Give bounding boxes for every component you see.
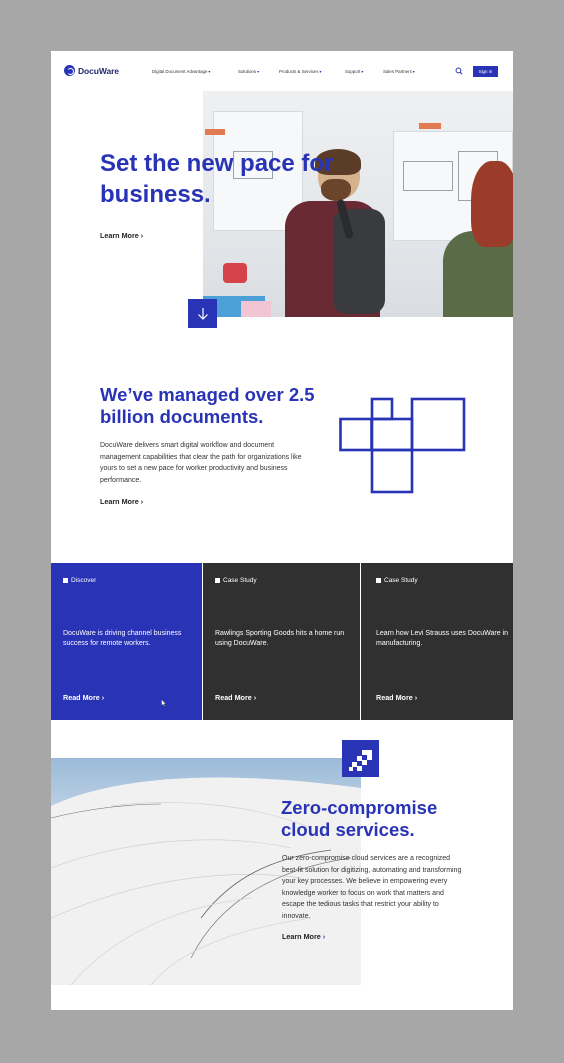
square-icon xyxy=(376,578,381,583)
backpack xyxy=(333,209,385,314)
cloud-body: Our zero-compromise cloud services are a… xyxy=(282,855,462,920)
red-toy xyxy=(223,263,247,283)
managed-body: DocuWare delivers smart digital workflow… xyxy=(100,442,302,484)
nav-label: Digital Document Advantage xyxy=(152,69,208,74)
link-label: Read More xyxy=(215,693,252,702)
chevron-down-icon: ▾ xyxy=(319,69,322,74)
nav-item-digital-document-advantage[interactable]: Digital Document Advantage ▾ xyxy=(152,69,210,74)
card-case-study-levi[interactable]: Case Study Learn how Levi Strauss uses D… xyxy=(361,563,513,720)
nav-label: Sales Partners xyxy=(383,69,412,74)
card-read-more-link[interactable]: Read More › xyxy=(63,693,104,702)
site-header: DocuWare Digital Document Advantage ▾ Sol… xyxy=(51,51,513,91)
chevron-down-icon: ▾ xyxy=(208,69,211,74)
sticky-note xyxy=(419,123,441,129)
sign-in-button[interactable]: Sign In xyxy=(473,66,498,77)
card-read-more-link[interactable]: Read More › xyxy=(215,693,256,702)
square-icon xyxy=(215,578,220,583)
link-label: Learn More xyxy=(100,497,139,506)
chevron-right-icon: › xyxy=(253,693,257,702)
chevron-down-icon: ▾ xyxy=(412,69,415,74)
nav-label: Products & Services xyxy=(279,69,319,74)
squares-graphic-icon xyxy=(339,397,466,494)
card-text: DocuWare is driving channel business suc… xyxy=(63,630,182,647)
nav-label: Support xyxy=(345,69,361,74)
card-tag-label: Discover xyxy=(71,577,97,584)
chevron-right-icon: › xyxy=(322,932,326,941)
second-person-hair xyxy=(471,161,513,247)
nav-item-solutions[interactable]: Solutions ▾ xyxy=(238,69,259,74)
cloud-title: Zero-compromise cloud services. xyxy=(281,797,438,840)
managed-learn-more-link[interactable]: Learn More › xyxy=(100,497,143,506)
card-read-more-link[interactable]: Read More › xyxy=(376,693,417,702)
nav-item-support[interactable]: Support ▾ xyxy=(345,69,363,74)
search-icon[interactable] xyxy=(455,67,463,75)
chevron-right-icon: › xyxy=(101,693,105,702)
card-case-study-rawlings[interactable]: Case Study Rawlings Sporting Goods hits … xyxy=(203,563,360,720)
card-text: Learn how Levi Strauss uses DocuWare in … xyxy=(376,630,509,647)
pink-object xyxy=(241,301,271,317)
chevron-right-icon: › xyxy=(140,497,144,506)
square-icon xyxy=(63,578,68,583)
card-tag-label: Case Study xyxy=(384,577,418,584)
chevron-down-icon: ▾ xyxy=(257,69,260,74)
managed-title: We’ve managed over 2.5 billion documents… xyxy=(100,384,315,427)
scroll-down-button[interactable] xyxy=(188,299,217,328)
hero-title: Set the new pace for business. xyxy=(100,150,334,208)
chevron-right-icon: › xyxy=(140,231,144,240)
card-tag: Discover xyxy=(63,577,96,584)
stairs-icon xyxy=(349,750,372,771)
link-label: Learn More xyxy=(100,231,139,240)
nav-item-products-services[interactable]: Products & Services ▾ xyxy=(279,69,322,74)
cloud-learn-more-link[interactable]: Learn More › xyxy=(282,932,325,941)
stairs-icon-box xyxy=(342,740,379,777)
link-label: Read More xyxy=(376,693,413,702)
main-nav: Digital Document Advantage ▾ Solutions ▾ P… xyxy=(51,69,513,77)
cursor-icon xyxy=(161,699,167,707)
card-tag-label: Case Study xyxy=(223,577,257,584)
arrow-down-icon xyxy=(197,307,208,320)
nav-item-sales-partners[interactable]: Sales Partners ▾ xyxy=(383,69,415,74)
hero-learn-more-link[interactable]: Learn More › xyxy=(100,231,143,240)
chevron-right-icon: › xyxy=(414,693,418,702)
card-text: Rawlings Sporting Goods hits a home run … xyxy=(215,630,345,647)
chevron-down-icon: ▾ xyxy=(361,69,364,74)
card-discover[interactable]: Discover DocuWare is driving channel bus… xyxy=(51,563,202,720)
link-label: Read More xyxy=(63,693,100,702)
sticky-note xyxy=(205,129,225,135)
card-tag: Case Study xyxy=(215,577,257,584)
page: DocuWare Digital Document Advantage ▾ Sol… xyxy=(51,51,513,1010)
whiteboard-sketch xyxy=(403,161,453,191)
card-tag: Case Study xyxy=(376,577,418,584)
link-label: Learn More xyxy=(282,932,321,941)
nav-label: Solutions xyxy=(238,69,257,74)
